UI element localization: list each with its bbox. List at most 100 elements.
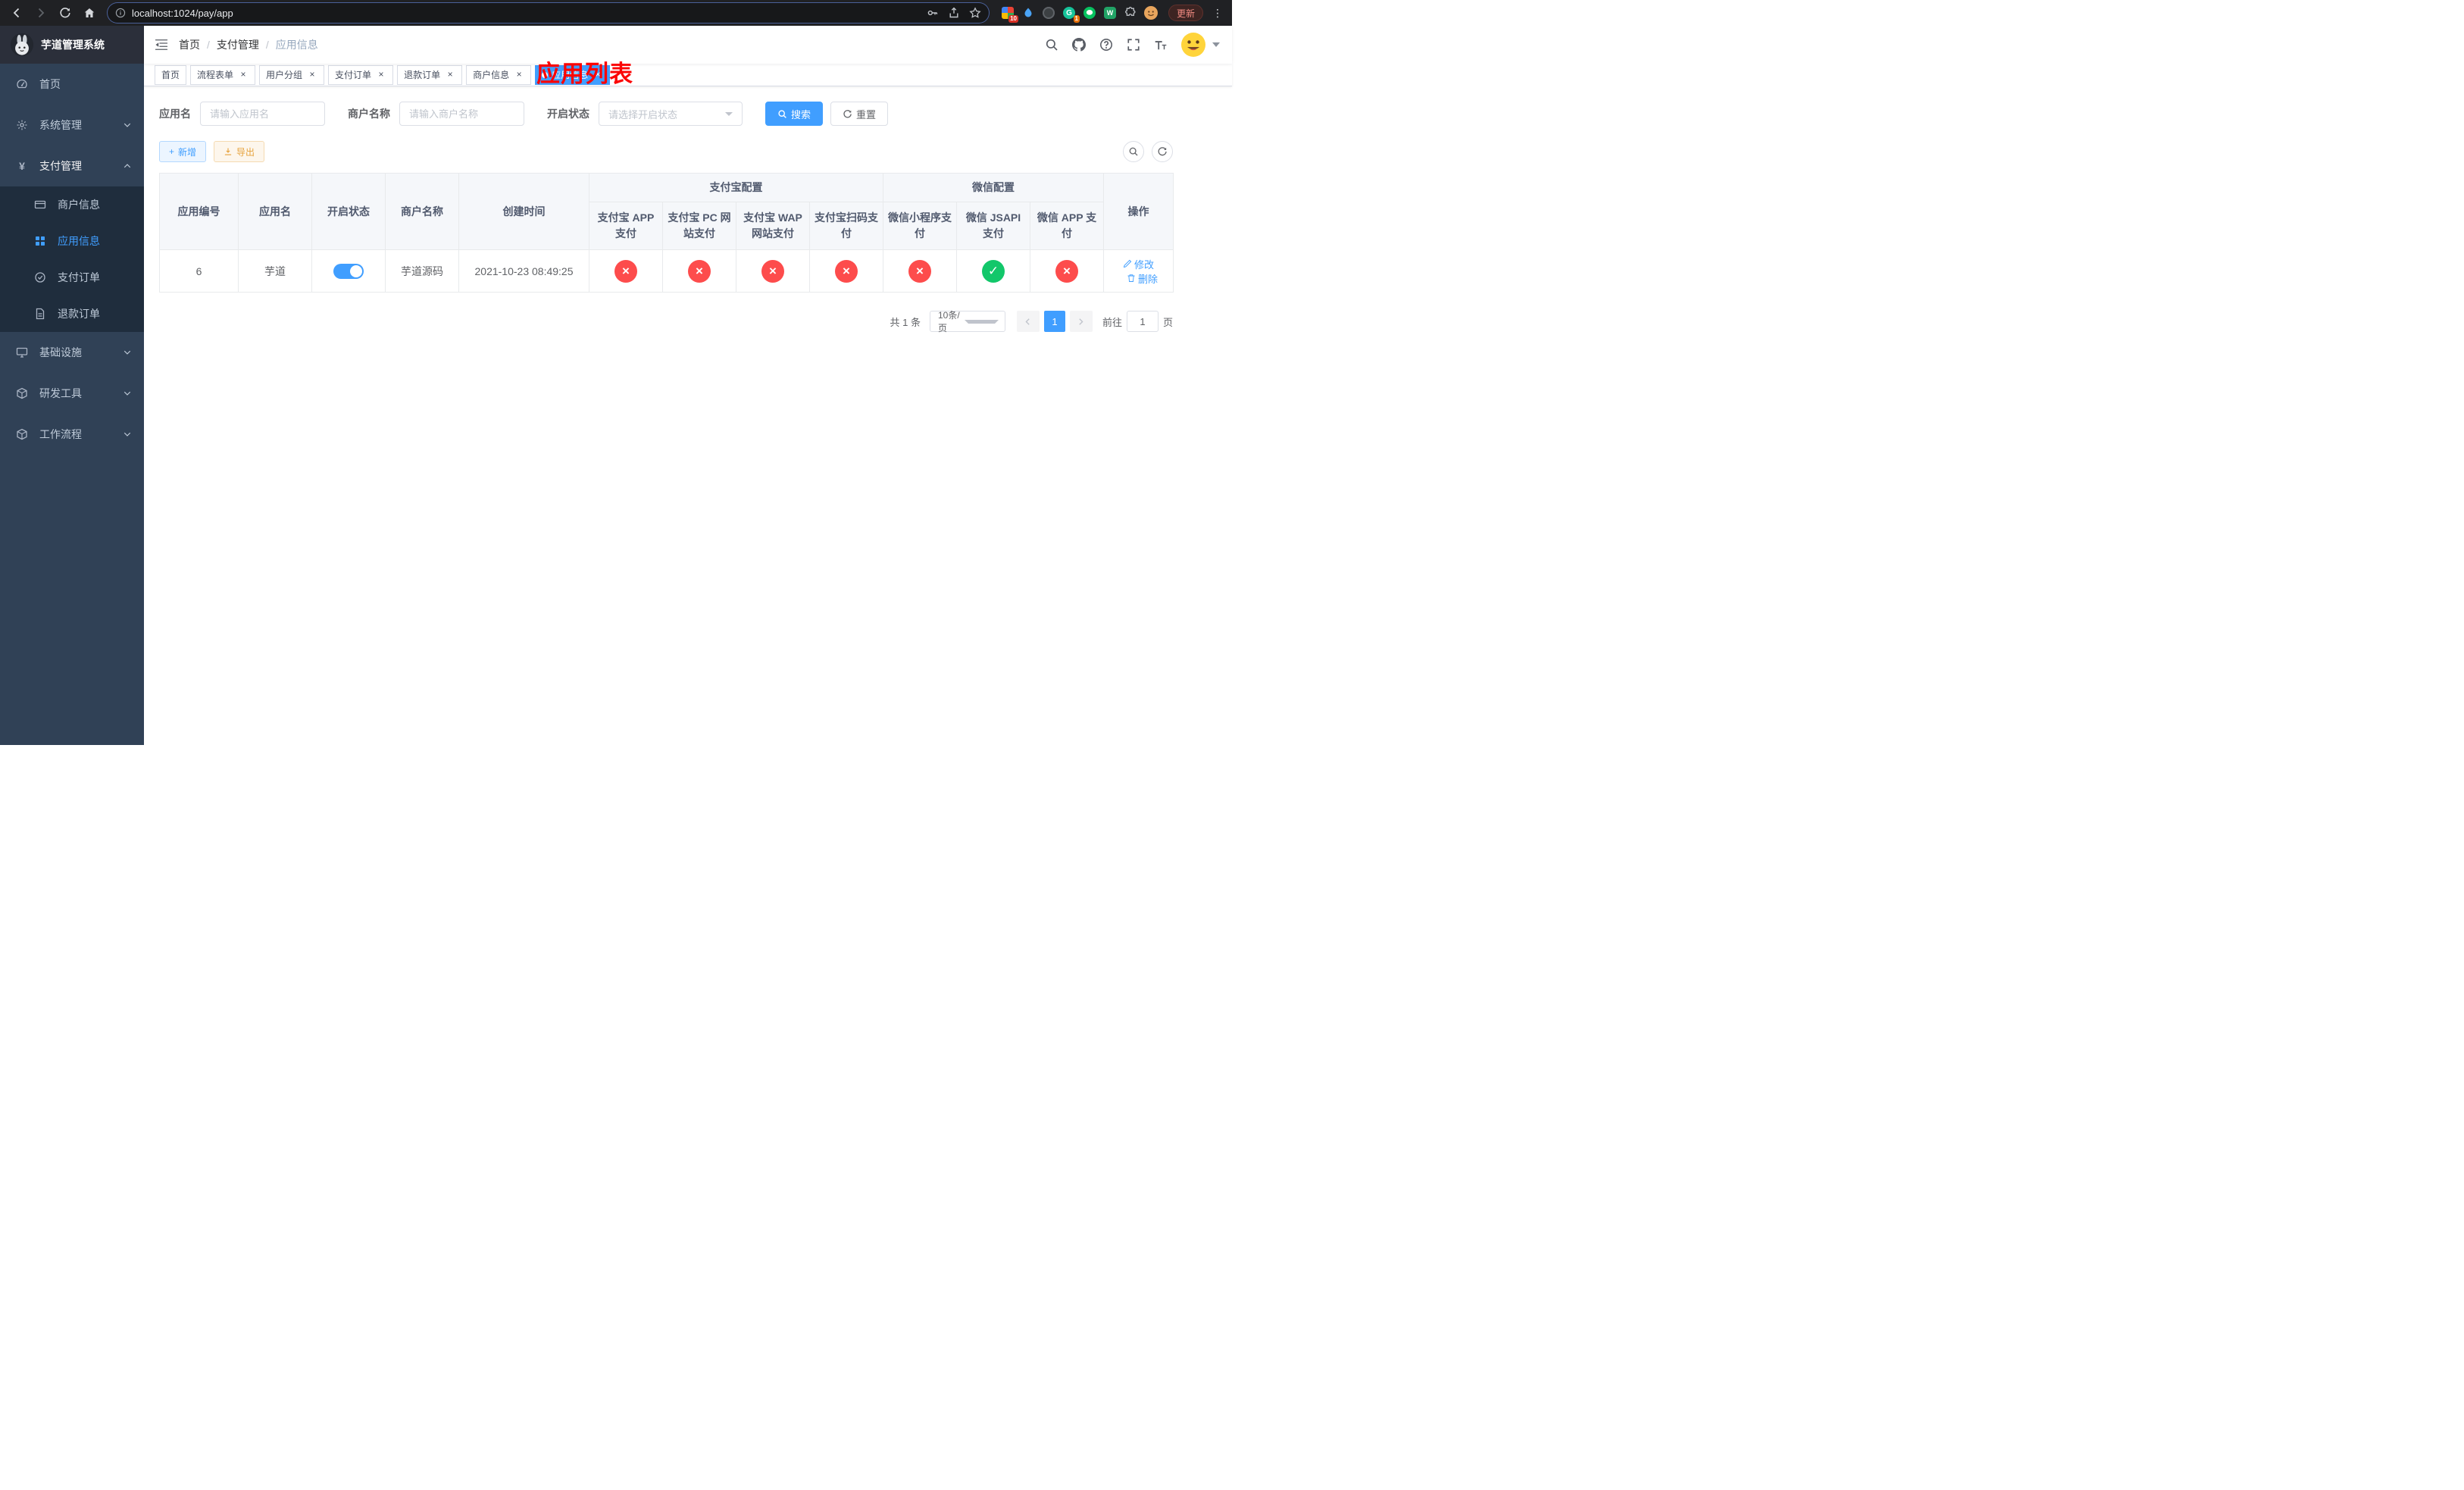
col-alipay-app: 支付宝 APP 支付 (589, 202, 663, 250)
page-size-select[interactable]: 10条/页 (929, 310, 1005, 333)
tab-refund-order[interactable]: 退款订单 × (397, 64, 463, 85)
app-name-input[interactable] (200, 102, 325, 126)
col-group-alipay: 支付宝配置 (589, 173, 883, 202)
browser-forward-button[interactable] (30, 2, 52, 23)
sidebar-item-label: 支付订单 (58, 271, 100, 283)
prev-page-button[interactable] (1016, 311, 1040, 332)
font-size-icon[interactable] (1147, 26, 1174, 64)
sidebar-item-infrastructure[interactable]: 基础设施 (0, 332, 144, 373)
bookmark-star-icon[interactable] (969, 7, 981, 19)
fullscreen-icon[interactable] (1120, 26, 1147, 64)
browser-profile-avatar[interactable] (1143, 6, 1158, 20)
share-icon[interactable] (948, 7, 960, 19)
col-alipay-qr: 支付宝扫码支付 (809, 202, 883, 250)
password-key-icon[interactable] (927, 7, 939, 19)
browser-back-button[interactable] (6, 2, 27, 23)
refresh-table-button[interactable] (1152, 141, 1173, 162)
extension-icon-1[interactable]: 10 (1001, 6, 1018, 23)
sidebar-item-label: 退款订单 (58, 308, 100, 320)
status-toggle[interactable] (333, 263, 364, 279)
breadcrumb-current: 应用信息 (275, 39, 318, 51)
address-bar[interactable]: localhost:1024/pay/app (108, 3, 989, 23)
sidebar-item-payment[interactable]: ¥ 支付管理 (0, 146, 144, 186)
toggle-search-button[interactable] (1123, 141, 1144, 162)
extension-icon-2[interactable] (1021, 6, 1035, 20)
browser-reload-button[interactable] (55, 2, 76, 23)
tab-user-group[interactable]: 用户分组 × (259, 64, 325, 85)
add-button[interactable]: + 新增 (159, 141, 207, 162)
extension-icon-4[interactable]: G 1 (1062, 6, 1080, 23)
breadcrumb-payment[interactable]: 支付管理 (217, 37, 259, 52)
credit-card-icon (33, 198, 47, 211)
sidebar-item-app-info[interactable]: 应用信息 (0, 223, 144, 259)
close-icon[interactable]: × (593, 69, 603, 80)
header-search-icon[interactable] (1038, 26, 1065, 64)
sidebar-item-system[interactable]: 系统管理 (0, 105, 144, 146)
edit-button[interactable]: 修改 (1123, 257, 1154, 271)
sidebar-item-home[interactable]: 首页 (0, 64, 144, 105)
delete-button[interactable]: 删除 (1127, 271, 1158, 286)
breadcrumb-home[interactable]: 首页 (179, 37, 200, 52)
search-button[interactable]: 搜索 (765, 102, 824, 126)
tab-merchant-info[interactable]: 商户信息 × (466, 64, 532, 85)
sidebar-item-merchant-info[interactable]: 商户信息 (0, 186, 144, 223)
col-app-name: 应用名 (238, 173, 312, 250)
status-select[interactable]: 请选择开启状态 (599, 102, 743, 126)
close-icon[interactable]: × (376, 69, 386, 80)
help-icon[interactable] (1093, 26, 1120, 64)
sidebar-toggle-icon[interactable] (144, 26, 179, 64)
browser-menu-icon[interactable]: ⋮ (1209, 7, 1226, 20)
col-group-wechat: 微信配置 (882, 173, 1105, 202)
github-icon[interactable] (1065, 26, 1093, 64)
next-page-button[interactable] (1069, 311, 1093, 332)
chevron-down-icon (964, 319, 999, 324)
chevron-left-icon (1025, 318, 1030, 325)
merchant-name-input[interactable] (399, 102, 524, 126)
sidebar-item-label: 基础设施 (39, 346, 82, 358)
tab-app-info[interactable]: 应用信息 × (535, 64, 611, 85)
alipay-wap-status-icon: × (761, 259, 784, 283)
sidebar-item-label: 应用信息 (58, 235, 100, 247)
merchant-name-label: 商户名称 (348, 108, 390, 120)
tab-flow-form[interactable]: 流程表单 × (190, 64, 256, 85)
app-table: 应用编号 应用名 开启状态 商户名称 创建时间 支付宝配置 微信配置 操作 支付… (159, 173, 1174, 293)
app-root: 芋道管理系统 首页 系统管理 ¥ 支付管理 商户信息 应用信息 支付订单 退款订… (0, 26, 1232, 745)
browser-home-button[interactable] (79, 2, 100, 23)
plus-icon: + (169, 146, 175, 157)
col-status: 开启状态 (311, 173, 386, 250)
page-unit-label: 页 (1162, 316, 1173, 328)
close-icon[interactable]: × (238, 69, 249, 80)
close-icon[interactable]: × (514, 69, 524, 80)
export-button[interactable]: 导出 (214, 141, 265, 162)
page-number-1[interactable]: 1 (1043, 311, 1065, 332)
extension-icon-6[interactable]: W (1103, 6, 1117, 20)
sidebar-logo[interactable]: 芋道管理系统 (0, 26, 144, 64)
breadcrumb: 首页 / 支付管理 / 应用信息 (179, 37, 318, 52)
sidebar-item-refund-order[interactable]: 退款订单 (0, 296, 144, 332)
close-icon[interactable]: × (445, 69, 455, 80)
browser-update-button[interactable]: 更新 (1168, 5, 1203, 21)
alipay-pc-status-icon: × (688, 259, 711, 283)
extension-icon-3[interactable] (1042, 6, 1055, 20)
extension-badge: 10 (1008, 15, 1018, 23)
close-icon[interactable]: × (307, 69, 317, 80)
sidebar-item-dev-tools[interactable]: 研发工具 (0, 373, 144, 414)
pencil-icon (1123, 259, 1132, 268)
site-info-icon[interactable] (115, 8, 126, 18)
browser-chrome: localhost:1024/pay/app 10 G 1 W 更新 ⋮ (0, 0, 1232, 26)
sidebar-item-workflow[interactable]: 工作流程 (0, 414, 144, 455)
cell-app-name: 芋道 (238, 249, 312, 293)
col-wechat-lite: 微信小程序支付 (883, 202, 957, 250)
user-menu[interactable] (1180, 32, 1220, 58)
tab-pay-order[interactable]: 支付订单 × (328, 64, 394, 85)
chevron-down-icon (725, 111, 733, 116)
tab-home[interactable]: 首页 (155, 64, 187, 85)
sidebar-item-pay-order[interactable]: 支付订单 (0, 259, 144, 296)
goto-page-input[interactable] (1126, 311, 1159, 332)
extensions-puzzle-icon[interactable] (1124, 6, 1137, 20)
total-count: 共 1 条 (890, 316, 921, 328)
chevron-down-icon (124, 432, 131, 437)
sidebar-item-label: 研发工具 (39, 387, 82, 399)
reset-button[interactable]: 重置 (830, 102, 889, 126)
extension-icon-5[interactable] (1083, 6, 1096, 20)
